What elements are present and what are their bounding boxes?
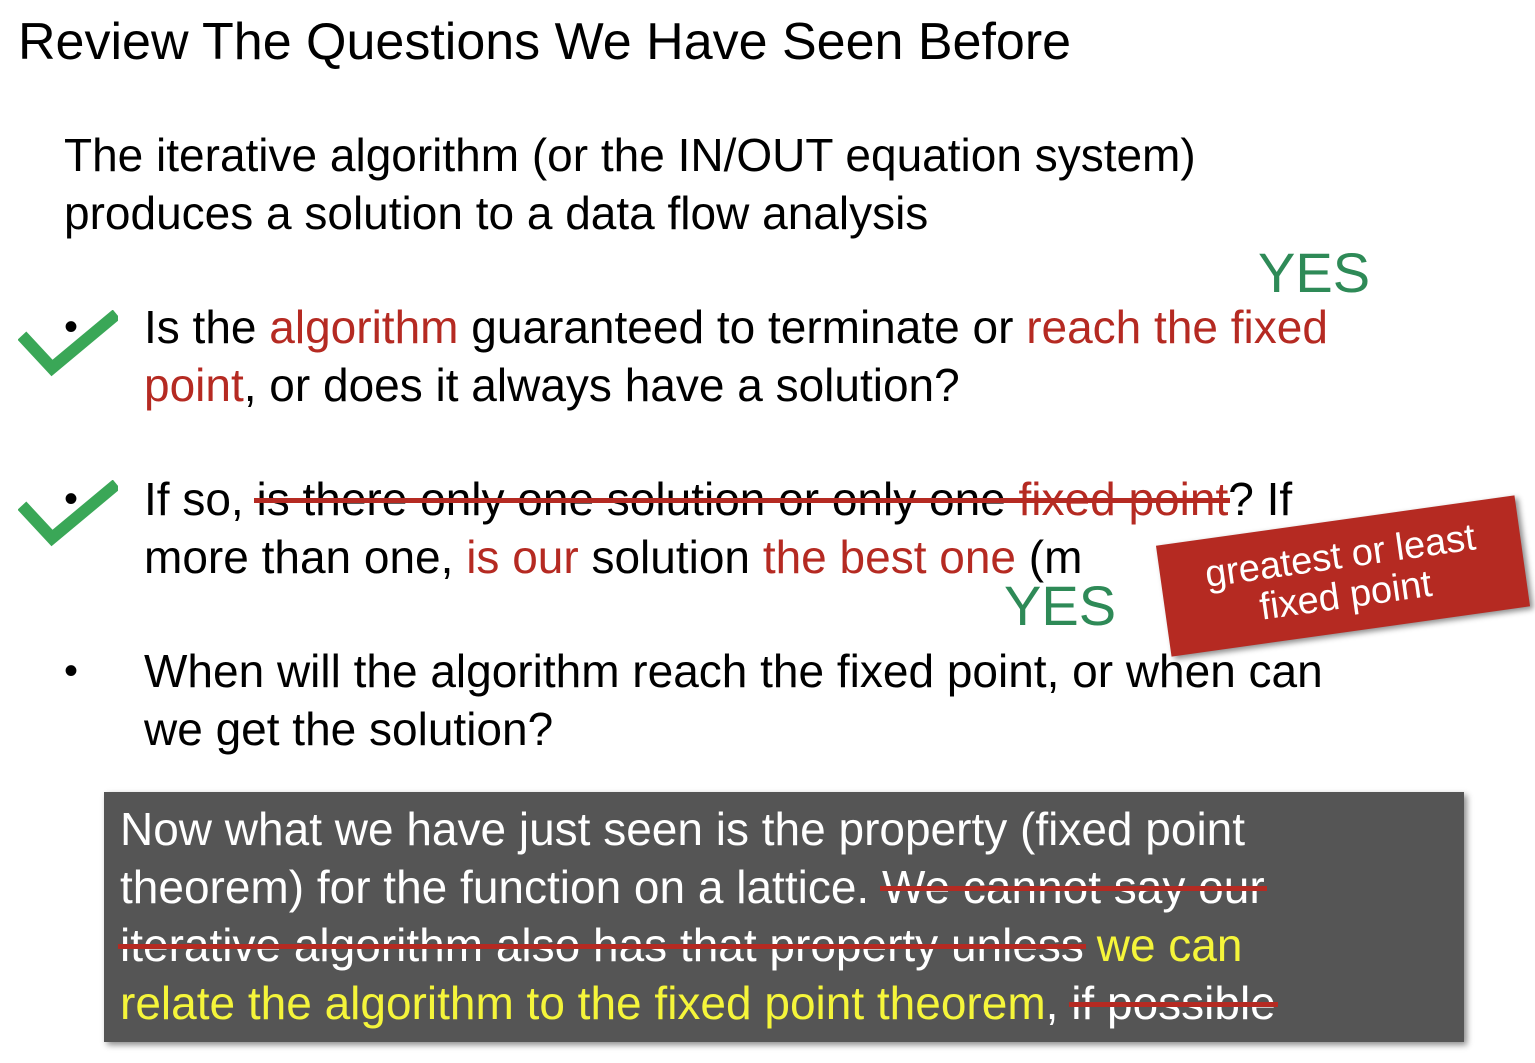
q2-struck-text: is there only one solution or only one f… — [256, 473, 1228, 525]
slide-title: Review The Questions We Have Seen Before — [18, 13, 1072, 71]
note-line-3: iterative algorithm also has that proper… — [120, 916, 1276, 974]
intro-paragraph: The iterative algorithm (or the IN/OUT e… — [64, 126, 1196, 242]
note-text: Now what we have just seen is the proper… — [120, 800, 1276, 1032]
question-2: If so, is there only one solution or onl… — [144, 470, 1292, 586]
q2-text: If so, — [144, 473, 257, 525]
note-struck-text: We cannot say our — [881, 861, 1265, 913]
q1-yes-label: YES — [1258, 241, 1371, 304]
q1-line-2: point, or does it always have a solution… — [144, 356, 1328, 414]
question-1: Is the algorithm guaranteed to terminate… — [144, 298, 1328, 414]
note-line-1: Now what we have just seen is the proper… — [120, 803, 1246, 855]
bullet-marker: • — [64, 649, 79, 693]
note-box: Now what we have just seen is the proper… — [104, 792, 1464, 1042]
q1-highlight-algorithm: algorithm — [269, 301, 459, 353]
q1-text: guaranteed to terminate or — [458, 301, 1027, 353]
q2-highlight-best-one: the best one — [762, 531, 1017, 583]
intro-line-1: The iterative algorithm (or the IN/OUT e… — [64, 129, 1196, 181]
note-text-part: , — [1045, 977, 1072, 1029]
bullet-marker: • — [64, 477, 79, 521]
note-struck-text: if possible — [1071, 977, 1276, 1029]
q2-text: more than one, — [144, 531, 467, 583]
note-highlight-text: relate the algorithm to the fixed point … — [120, 977, 1046, 1029]
q2-struck-part: is there only one solution or only one — [256, 473, 1019, 525]
q2-yes-label: YES — [1004, 574, 1117, 637]
note-highlight-text: we can — [1083, 919, 1243, 971]
note-text-part: theorem) for the function on a lattice. — [120, 861, 882, 913]
q3-line-2: we get the solution? — [144, 703, 554, 755]
note-struck-text: iterative algorithm also has that proper… — [120, 919, 1084, 971]
note-line-4: relate the algorithm to the fixed point … — [120, 974, 1276, 1032]
q2-text: solution — [578, 531, 763, 583]
q2-line-1: If so, is there only one solution or onl… — [144, 470, 1292, 528]
q1-text: Is the — [144, 301, 270, 353]
q2-highlight-is-our: is our — [466, 531, 579, 583]
question-3: When will the algorithm reach the fixed … — [144, 642, 1323, 758]
bullet-marker: • — [64, 305, 79, 349]
note-line-2: theorem) for the function on a lattice. … — [120, 858, 1276, 916]
q1-highlight-fixed-point: reach the fixed — [1026, 301, 1328, 353]
intro-line-2: produces a solution to a data flow analy… — [64, 187, 929, 239]
q1-line-1: Is the algorithm guaranteed to terminate… — [144, 298, 1328, 356]
q2-text: ? If — [1228, 473, 1293, 525]
q2-struck-fixed-point: fixed point — [1018, 473, 1229, 525]
q1-text: , or does it always have a solution? — [243, 359, 960, 411]
q3-line-1: When will the algorithm reach the fixed … — [144, 645, 1323, 697]
q2-line-2: more than one, is our solution the best … — [144, 528, 1292, 586]
q1-highlight-point: point — [144, 359, 244, 411]
